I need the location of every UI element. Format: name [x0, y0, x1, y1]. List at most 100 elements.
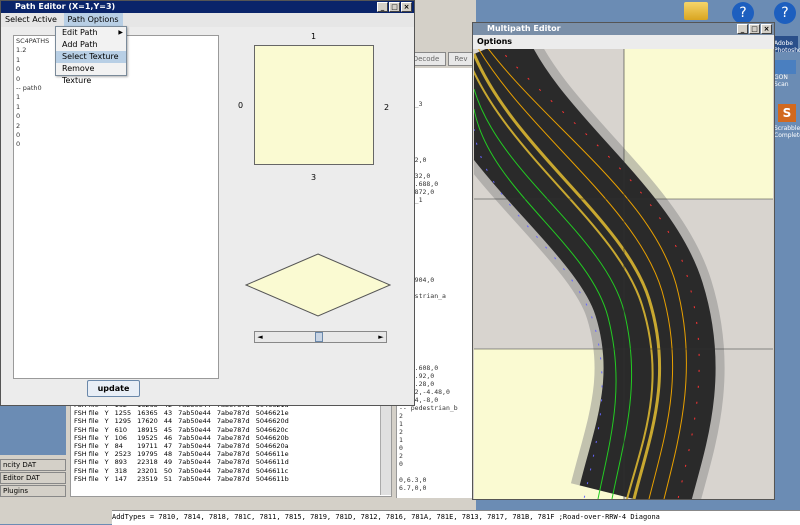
table-cell: Y [104, 433, 109, 442]
bg-scrollbar[interactable] [380, 400, 391, 495]
table-cell: 46 [163, 433, 173, 442]
table-cell: 7ab50e44 [178, 433, 211, 442]
table-cell: Y [104, 458, 109, 467]
minimize-button[interactable]: _ [737, 24, 748, 34]
table-cell: FSH file [74, 433, 99, 442]
multipath-title: Multipath Editor [487, 24, 561, 33]
table-cell: 44 [163, 417, 173, 426]
scrabble-icon[interactable]: S [778, 104, 796, 122]
table-row[interactable]: FSH file Y 1295 17620 44 7ab50e44 7abe787d 5046… [71, 417, 292, 425]
table-cell: 48 [163, 450, 173, 459]
table-cell: 5046620c [255, 425, 289, 434]
table-cell: 49 [163, 458, 173, 467]
maximize-button[interactable]: □ [389, 2, 400, 12]
update-button[interactable]: update [87, 380, 140, 397]
bg-text-line: 2 [399, 412, 403, 420]
left-tab-ncity[interactable]: ncity DAT [0, 459, 66, 471]
label-top: 1 [311, 32, 317, 41]
path-list-line: 1 [16, 102, 21, 111]
multipath-menubar: Options [473, 35, 774, 49]
slider-thumb[interactable] [315, 332, 323, 342]
help-icon[interactable]: ? [732, 2, 754, 24]
table-cell: 5046621e [255, 409, 289, 418]
path-editor-menubar: Select Active Path Options [1, 13, 414, 27]
diamond-tile-preview[interactable] [245, 253, 391, 317]
table-cell: 51 [163, 474, 173, 483]
rev-button[interactable]: Rev [448, 52, 474, 66]
square-tile-preview[interactable] [254, 45, 374, 165]
table-cell: Y [104, 409, 109, 418]
bg-text-line: 6.7,0,0 [399, 484, 427, 492]
menu-item-remove-texture[interactable]: Remove Texture [56, 63, 126, 85]
menu-select-active[interactable]: Select Active [1, 13, 61, 27]
table-cell: 7abe787d [216, 417, 250, 426]
table-cell: 5046620b [255, 433, 289, 442]
table-cell: 7abe787d [216, 450, 250, 459]
menu-item-edit-path[interactable]: Edit Path ▶ [56, 27, 126, 39]
table-row[interactable]: FSH file Y 1255 16365 43 7ab50e44 7abe787d 5046… [71, 409, 292, 417]
table-cell: 7ab50e44 [178, 409, 211, 418]
table-row[interactable]: FSH file Y 106 19525 46 7ab50e44 7abe787d 50466… [71, 434, 292, 442]
table-cell: 7abe787d [216, 466, 250, 475]
table-cell: Y [104, 474, 109, 483]
bg-text-line: 0 [399, 444, 403, 452]
table-cell: 1295 [114, 417, 132, 426]
label-left: 0 [238, 101, 244, 110]
menu-item-add-path[interactable]: Add Path [56, 39, 126, 51]
table-cell: 7abe787d [216, 474, 250, 483]
table-cell: Y [104, 425, 109, 434]
table-cell: 318 [114, 466, 128, 475]
table-cell: FSH file [74, 425, 99, 434]
table-cell: 1255 [114, 409, 132, 418]
path-editor-titlebar[interactable]: Path Editor (X=1,Y=3) _ □ × [1, 1, 414, 13]
table-cell: Y [104, 442, 109, 451]
table-row[interactable]: FSH file Y 610 18915 45 7ab50e44 7abe787d 50466… [71, 426, 292, 434]
maximize-button[interactable]: □ [749, 24, 760, 34]
table-cell: 19711 [137, 442, 158, 451]
table-row[interactable]: FSH file Y 84 19711 47 7ab50e44 7abe787d 504662… [71, 442, 292, 450]
app-icon[interactable] [774, 60, 796, 74]
multipath-canvas[interactable] [474, 49, 773, 499]
fsh-table[interactable]: FSH fileY16216263427ab50e447abe787d50466… [70, 400, 392, 497]
left-tab-editor[interactable]: Editor DAT [0, 472, 66, 484]
table-cell: FSH file [74, 442, 99, 451]
table-row[interactable]: FSH file Y 893 22318 49 7ab50e44 7abe787d 50466… [71, 458, 292, 466]
slider-left-arrow[interactable]: ◄ [255, 332, 265, 342]
menu-item-select-texture[interactable]: Select Texture [56, 51, 126, 63]
table-cell: 7abe787d [216, 409, 250, 418]
multipath-editor-window: Multipath Editor _ □ × Options [472, 22, 775, 500]
rotation-slider[interactable]: ◄ ► [254, 331, 387, 343]
table-cell: 43 [163, 409, 173, 418]
bg-text-line: 1 [399, 420, 403, 428]
table-cell: 2523 [114, 450, 132, 459]
table-cell: 50 [163, 466, 173, 475]
table-cell: 893 [114, 458, 128, 467]
table-cell: 5046611e [255, 450, 289, 459]
path-list-line: 2 [16, 121, 21, 130]
menu-path-options[interactable]: Path Options [63, 13, 123, 27]
left-tab-plugins[interactable]: Plugins [0, 485, 66, 497]
close-button[interactable]: × [761, 24, 772, 34]
multipath-titlebar[interactable]: Multipath Editor _ □ × [473, 23, 774, 35]
help-icon[interactable]: ? [774, 2, 796, 24]
table-row[interactable]: FSH file Y 2523 19795 48 7ab50e44 7abe787d 5046… [71, 450, 292, 458]
table-row[interactable]: FSH file Y 318 23201 50 7ab50e44 7abe787d 50466… [71, 467, 292, 475]
label-right: 2 [384, 103, 390, 112]
bg-toolbar: Decode Rev [406, 52, 476, 66]
menu-options[interactable]: Options [473, 35, 516, 49]
path-list-line: 0 [16, 112, 21, 121]
table-cell: 17620 [137, 417, 158, 426]
table-cell: 45 [163, 425, 173, 434]
folder-icon[interactable] [684, 2, 708, 20]
table-cell: 7ab50e44 [178, 458, 211, 467]
table-row[interactable]: FSH file Y 147 23519 51 7ab50e44 7abe787d 50466… [71, 475, 292, 483]
slider-right-arrow[interactable]: ► [376, 332, 386, 342]
path-list[interactable]: SC4PATHS 1.2 1 0 0 -- path0 1 1 0 2 0 0 [13, 35, 219, 379]
table-cell: 7abe787d [216, 433, 250, 442]
minimize-button[interactable]: _ [377, 2, 388, 12]
table-cell: 47 [163, 442, 173, 451]
close-button[interactable]: × [401, 2, 412, 12]
table-cell: 7abe787d [216, 442, 250, 451]
table-cell: 7abe787d [216, 425, 250, 434]
table-cell: FSH file [74, 409, 99, 418]
